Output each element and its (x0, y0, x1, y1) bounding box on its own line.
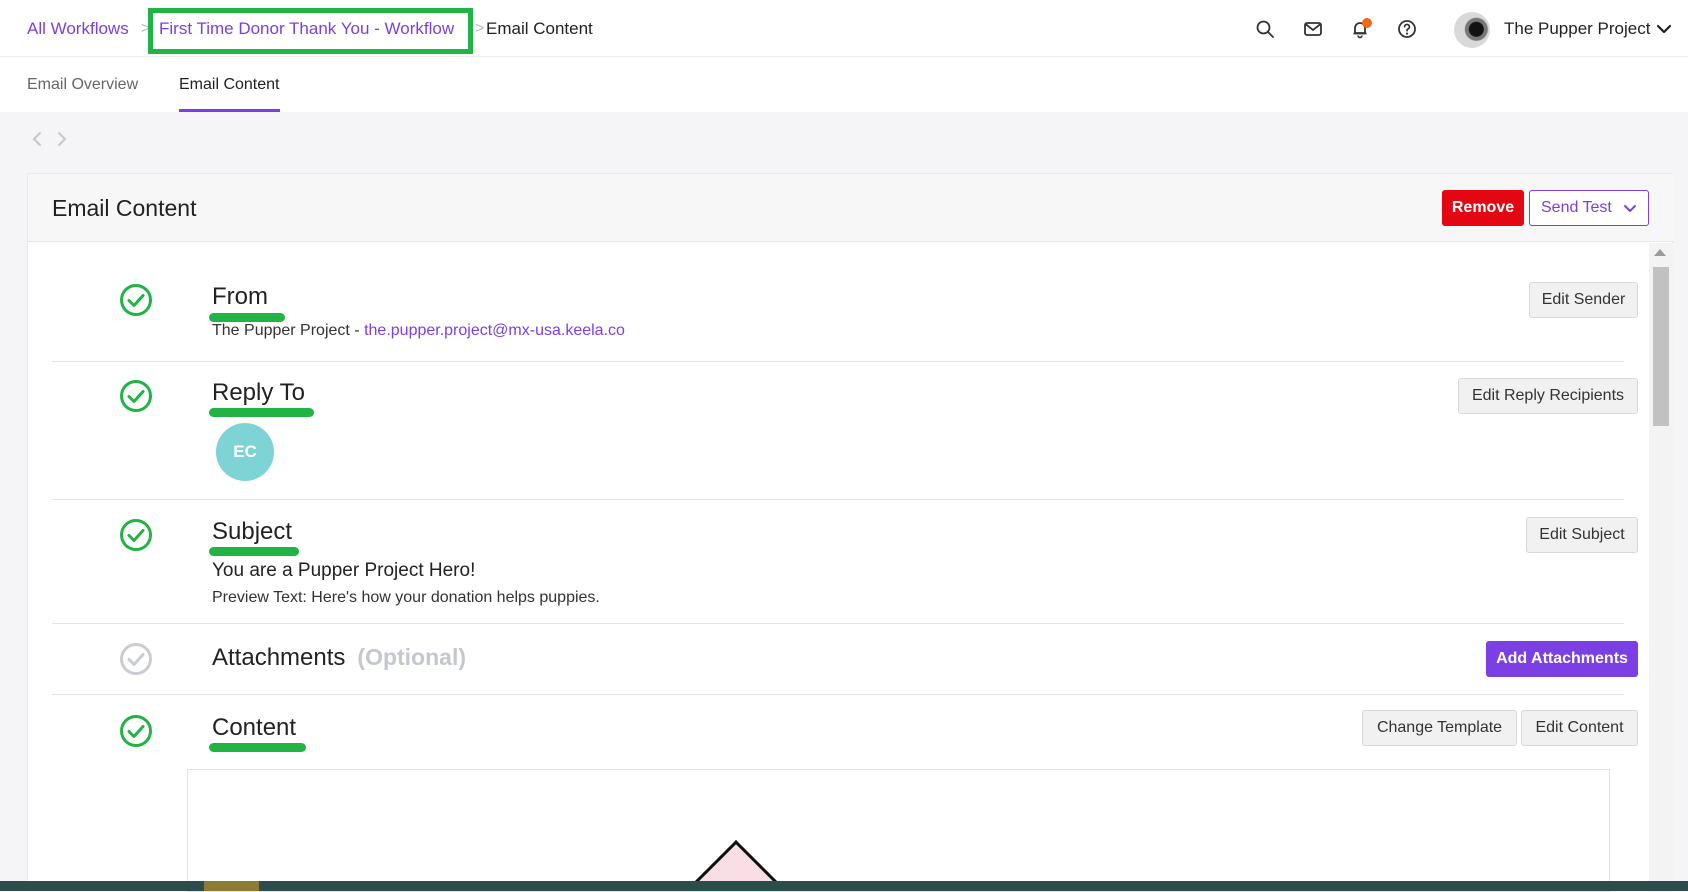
check-circle-icon (120, 519, 152, 551)
section-title-from: From (212, 283, 268, 310)
notification-dot (1362, 18, 1372, 28)
title-underline (209, 547, 299, 556)
scrollbar-thumb[interactable] (1653, 267, 1669, 426)
search-icon[interactable] (1253, 17, 1277, 41)
edit-subject-button[interactable]: Edit Subject (1526, 517, 1638, 553)
attachments-label: Attachments (212, 644, 346, 671)
preview-text: Preview Text: Here's how your donation h… (212, 589, 600, 606)
check-circle-muted-icon (120, 643, 152, 675)
title-underline (209, 408, 314, 417)
section-title-subject: Subject (212, 518, 293, 545)
subject-text: You are a Pupper Project Hero! (212, 560, 476, 581)
top-bar: All Workflows > First Time Donor Thank Y… (0, 0, 1688, 57)
help-icon[interactable] (1395, 17, 1419, 41)
check-circle-icon (120, 380, 152, 412)
avatar[interactable] (1454, 12, 1490, 48)
reply-recipient-avatar[interactable]: EC (216, 423, 274, 481)
mail-icon[interactable] (1301, 17, 1325, 41)
section-title-attachments: Attachments (Optional) (212, 644, 466, 672)
breadcrumb-current: Email Content (486, 18, 593, 38)
title-underline (209, 313, 285, 322)
scroll-up-arrow[interactable] (1654, 249, 1666, 256)
bell-icon[interactable] (1348, 17, 1372, 41)
breadcrumb: All Workflows (27, 0, 129, 57)
section-reply-to: Reply To EC Edit Reply Recipients (52, 362, 1638, 500)
check-circle-icon (120, 284, 152, 316)
edit-sender-button[interactable]: Edit Sender (1529, 282, 1638, 318)
sender-email[interactable]: the.pupper.project@mx-usa.keela.co (364, 322, 625, 339)
org-name[interactable]: The Pupper Project (1504, 0, 1650, 57)
section-subject: Subject You are a Pupper Project Hero! P… (52, 500, 1638, 624)
tab-email-overview[interactable]: Email Overview (27, 57, 138, 112)
prev-arrow-icon[interactable] (28, 128, 46, 150)
change-template-button[interactable]: Change Template (1362, 710, 1517, 746)
tab-email-content[interactable]: Email Content (179, 57, 280, 112)
section-from: From The Pupper Project - the.pupper.pro… (52, 243, 1638, 362)
tab-bar: Email Overview Email Content (0, 57, 1688, 112)
panel-header: Email Content Remove Send Test (28, 174, 1674, 242)
sender-line: The Pupper Project - the.pupper.project@… (212, 322, 625, 340)
chevron-down-icon (1624, 205, 1636, 213)
add-attachments-button[interactable]: Add Attachments (1486, 641, 1638, 677)
edit-content-button[interactable]: Edit Content (1521, 710, 1638, 746)
breadcrumb-all-workflows[interactable]: All Workflows (27, 19, 129, 39)
email-preview[interactable] (187, 769, 1610, 892)
send-test-button[interactable]: Send Test (1529, 190, 1649, 226)
email-content-panel: Email Content Remove Send Test From The … (27, 173, 1674, 892)
bottom-strip-accent (204, 881, 259, 891)
highlight-box (148, 8, 473, 54)
title-underline (209, 743, 306, 752)
optional-label: (Optional) (357, 644, 466, 670)
edit-reply-recipients-button[interactable]: Edit Reply Recipients (1458, 378, 1638, 414)
check-circle-icon (120, 715, 152, 747)
scrollbar[interactable] (1649, 243, 1673, 892)
sender-name: The Pupper Project - (212, 322, 365, 339)
section-title-content: Content (212, 714, 297, 741)
breadcrumb-separator: > (475, 19, 485, 37)
panel-title: Email Content (52, 194, 197, 221)
send-test-label: Send Test (1541, 199, 1612, 216)
next-arrow-icon[interactable] (53, 128, 71, 150)
section-title-reply-to: Reply To (212, 379, 305, 406)
chevron-down-icon[interactable] (1654, 19, 1674, 39)
section-attachments: Attachments (Optional) Add Attachments (52, 624, 1638, 695)
remove-button[interactable]: Remove (1442, 190, 1524, 226)
